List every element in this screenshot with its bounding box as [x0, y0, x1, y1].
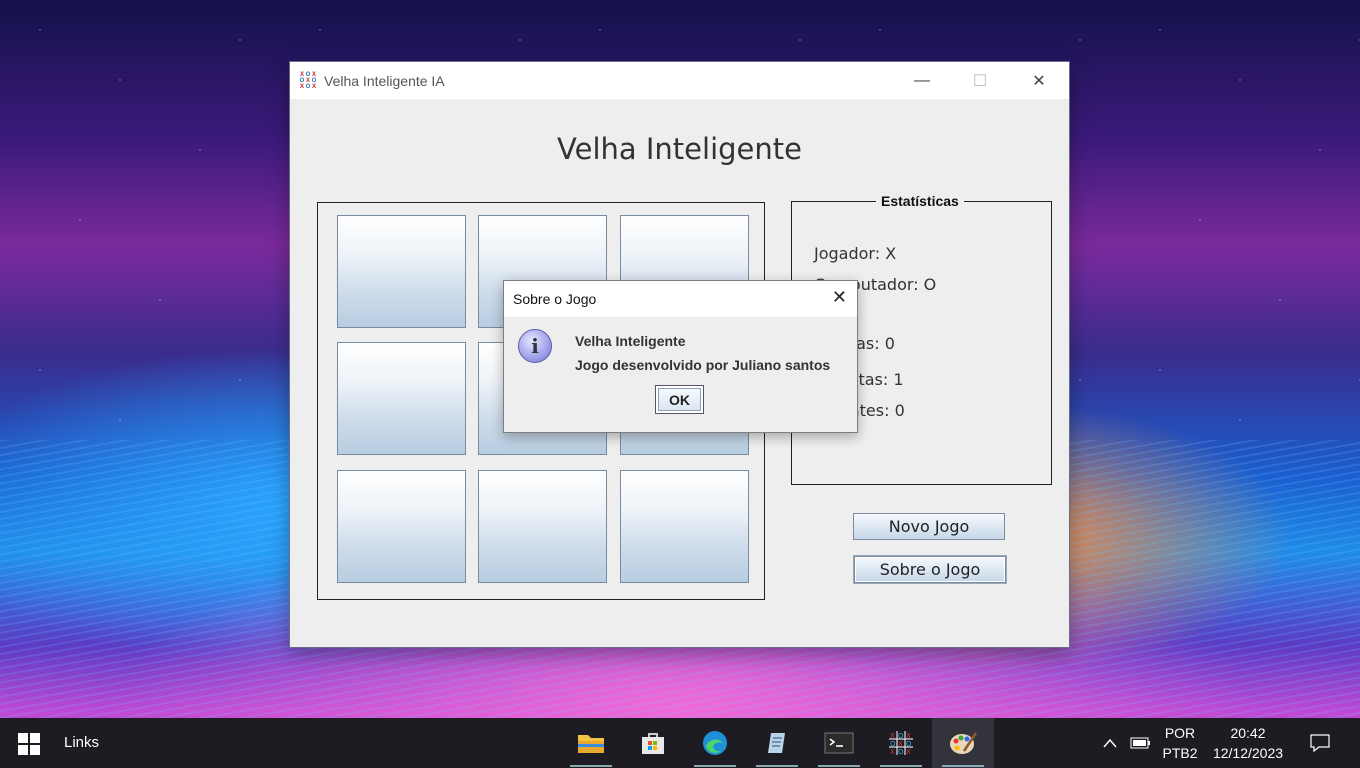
- maximize-button[interactable]: ☐: [951, 62, 1009, 99]
- links-toolbar[interactable]: Links: [64, 734, 99, 751]
- dialog-message-author: Jogo desenvolvido por Juliano santos: [575, 357, 831, 373]
- svg-text:O: O: [898, 748, 904, 756]
- board-cell-1[interactable]: [337, 215, 466, 328]
- svg-text:X: X: [898, 740, 903, 748]
- minimize-button[interactable]: —: [893, 62, 951, 99]
- svg-text:O: O: [890, 740, 896, 748]
- keyboard-layout: PTB2: [1162, 745, 1198, 761]
- svg-text:X: X: [890, 732, 895, 740]
- battery-icon[interactable]: [1128, 718, 1154, 768]
- paint-icon[interactable]: [932, 718, 994, 768]
- window-title: Velha Inteligente IA: [324, 72, 445, 89]
- dialog-close-icon[interactable]: ✕: [832, 287, 847, 308]
- board-cell-9[interactable]: [620, 470, 749, 583]
- board-cell-4[interactable]: [337, 342, 466, 455]
- clock[interactable]: 20:42 12/12/2023: [1204, 718, 1292, 768]
- stat-player: Jogador: X: [814, 244, 897, 263]
- svg-text:X: X: [906, 732, 911, 740]
- close-button[interactable]: ✕: [1010, 62, 1068, 99]
- tic-tac-toe-icon[interactable]: XOXOXOXOX: [870, 718, 932, 768]
- information-icon: i: [518, 329, 552, 363]
- game-heading: Velha Inteligente: [557, 132, 802, 166]
- about-dialog: Sobre o Jogo ✕ i Velha Inteligente Jogo …: [503, 280, 858, 433]
- windows-start-icon[interactable]: [18, 733, 40, 755]
- about-game-button[interactable]: Sobre o Jogo: [854, 556, 1006, 583]
- language-indicator[interactable]: POR PTB2: [1160, 718, 1200, 768]
- window-titlebar[interactable]: XOXOXOXOX Velha Inteligente IA — ☐ ✕: [290, 62, 1069, 99]
- chevron-up-icon[interactable]: [1098, 718, 1122, 768]
- edge-icon[interactable]: [684, 718, 746, 768]
- notepad-icon[interactable]: [746, 718, 808, 768]
- svg-text:X: X: [906, 748, 911, 756]
- svg-text:X: X: [890, 748, 895, 756]
- board-cell-8[interactable]: [478, 470, 607, 583]
- svg-text:O: O: [906, 740, 912, 748]
- notification-icon[interactable]: [1304, 718, 1336, 768]
- dialog-title: Sobre o Jogo: [513, 291, 597, 307]
- terminal-icon[interactable]: [808, 718, 870, 768]
- svg-text:O: O: [898, 732, 904, 740]
- tic-tac-toe-app-icon: XOXOXOXOX: [299, 71, 317, 90]
- dialog-titlebar[interactable]: Sobre o Jogo ✕: [504, 281, 857, 317]
- taskbar: Links XOXOXOXOX POR PTB2 20:42 12/12/202…: [0, 718, 1360, 768]
- dialog-message-title: Velha Inteligente: [575, 333, 686, 349]
- ok-button[interactable]: OK: [655, 385, 704, 414]
- clock-date: 12/12/2023: [1212, 745, 1284, 761]
- microsoft-store-icon[interactable]: [622, 718, 684, 768]
- file-explorer-icon[interactable]: [560, 718, 622, 768]
- board-cell-7[interactable]: [337, 470, 466, 583]
- statistics-legend: Estatísticas: [876, 193, 964, 209]
- clock-time: 20:42: [1230, 725, 1266, 741]
- language-code: POR: [1164, 725, 1196, 741]
- new-game-button[interactable]: Novo Jogo: [853, 513, 1005, 540]
